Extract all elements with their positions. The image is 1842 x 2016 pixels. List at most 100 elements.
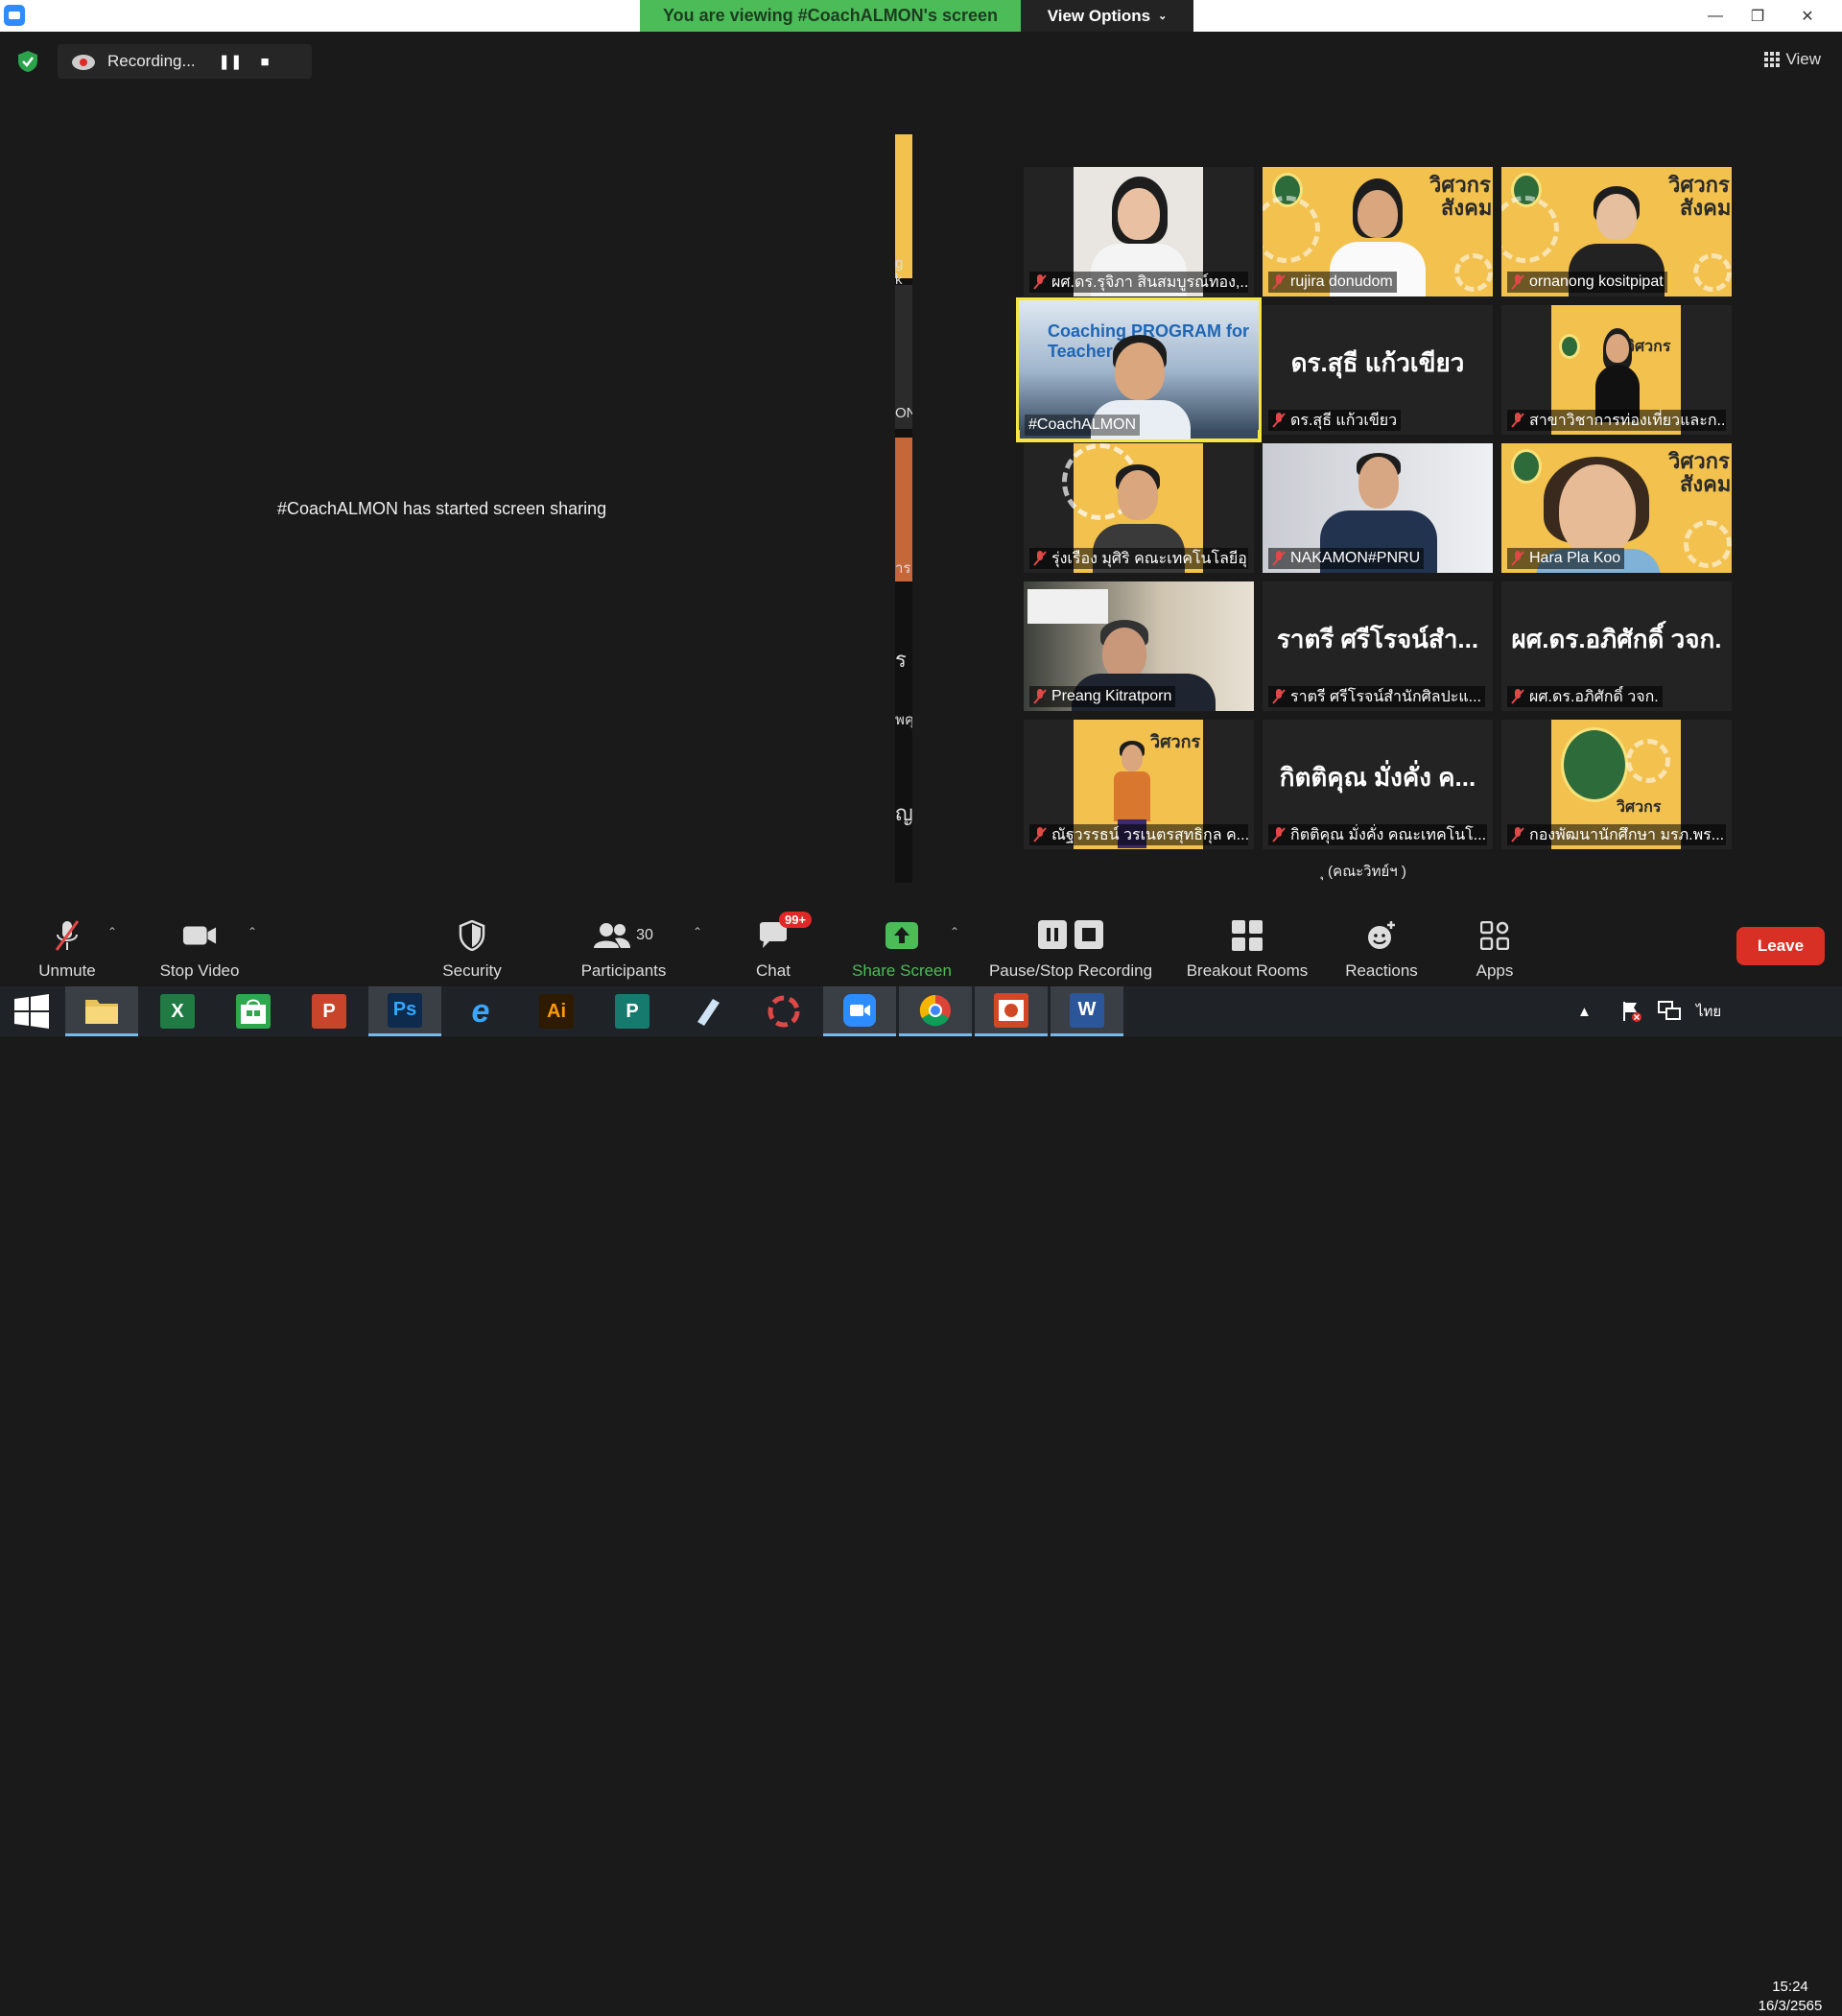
view-button[interactable]: View [1764, 50, 1821, 69]
participant-name-label: รุ่งเรือง มุศิริ คณะเทคโนโลยีอุ... [1029, 548, 1248, 569]
video-tile[interactable]: รุ่งเรือง มุศิริ คณะเทคโนโลยีอุ... [1024, 443, 1254, 573]
taskbar-app[interactable] [747, 986, 820, 1036]
taskbar-app[interactable]: Ps [368, 986, 441, 1036]
restore-button[interactable]: ❐ [1736, 0, 1779, 32]
video-tile[interactable]: วิศวกร สังคม Hara Pla Koo [1501, 443, 1732, 573]
shield-icon[interactable] [16, 50, 39, 73]
video-tile[interactable]: วิศวกร สังคม rujira donudom [1263, 167, 1493, 296]
video-tile[interactable]: Preang Kitratporn [1024, 581, 1254, 711]
taskbar-app[interactable] [217, 986, 290, 1036]
participant-name: #CoachALMON [1028, 416, 1137, 433]
view-options-label: View Options [1047, 6, 1151, 25]
audio-options-caret[interactable]: ⌃ [107, 925, 117, 938]
participant-name-label: Hara Pla Koo [1507, 548, 1625, 569]
start-button[interactable] [0, 986, 63, 1036]
video-tile[interactable]: วิศวกร สาขาวิชาการท่องเที่ยวและก... [1501, 305, 1732, 435]
breakout-rooms-icon [1230, 919, 1264, 952]
mic-muted-icon [1033, 827, 1047, 842]
taskbar-app[interactable]: Ai [520, 986, 593, 1036]
language-indicator[interactable]: ไทย [1696, 986, 1721, 1036]
participants-icon: 30 [590, 919, 657, 952]
share-screen-button[interactable]: Share Screen [848, 912, 956, 986]
participants-button[interactable]: 30 Participants [572, 912, 675, 986]
university-seal-icon [1561, 727, 1628, 802]
stop-video-button[interactable]: Stop Video [154, 912, 246, 986]
taskbar-app[interactable] [65, 986, 138, 1036]
close-button[interactable]: ✕ [1786, 0, 1829, 32]
participant-name-label: กิตติคุณ มั่งคั่ง คณะเทคโนโ... [1268, 824, 1487, 845]
video-options-caret[interactable]: ⌃ [248, 925, 257, 938]
video-tile[interactable]: ดร.สุธี แก้วเขียว ดร.สุธี แก้วเขียว [1263, 305, 1493, 435]
video-tile[interactable]: NAKAMON#PNRU [1263, 443, 1493, 573]
participant-display-name: ราตรี ศรีโรจน์สำ... [1276, 625, 1479, 653]
taskbar-clock[interactable]: 15:24 16/3/2565 [1746, 1978, 1834, 2016]
clock-date: 16/3/2565 [1758, 1998, 1823, 2014]
taskbar-app[interactable] [823, 986, 896, 1036]
stop-recording-button[interactable]: ■ [248, 44, 282, 79]
video-tile[interactable]: ผศ.ดร.อภิศักดิ์ วจก. ผศ.ดร.อภิศักดิ์ วจก… [1501, 581, 1732, 711]
leave-meeting-button[interactable]: Leave [1736, 927, 1825, 965]
video-tile[interactable]: ผศ.ดร.รุจิภา สินสมบูรณ์ทอง,... [1024, 167, 1254, 296]
taskbar-app[interactable]: W [1051, 986, 1123, 1036]
pause-stop-recording-button[interactable]: Pause/Stop Recording [980, 912, 1161, 986]
pause-recording-button[interactable]: ❚❚ [213, 44, 248, 79]
photoshop-icon: Ps [388, 992, 422, 1028]
mic-muted-icon [1033, 689, 1047, 704]
smiley-plus-icon [1364, 919, 1399, 952]
video-tile[interactable]: ราตรี ศรีโรจน์สำ... ราตรี ศรีโรจน์สำนักศ… [1263, 581, 1493, 711]
security-button[interactable]: Security [434, 912, 510, 986]
overflow-participant-label: ุ (คณะวิทย์ฯ ) [1324, 864, 1406, 880]
poster-title: วิศวกร [1617, 799, 1662, 816]
apps-icon [1477, 919, 1512, 952]
participant-name-label: NAKAMON#PNRU [1268, 548, 1425, 569]
mic-muted-icon [1033, 274, 1047, 290]
shared-content-strip: g k ON าร ร พคุ ญ [895, 134, 912, 883]
apps-button[interactable]: Apps [1466, 912, 1523, 986]
taskbar-app[interactable]: P [596, 986, 669, 1036]
participant-name: NAKAMON#PNRU [1290, 550, 1421, 566]
action-center-flag-icon[interactable] [1621, 986, 1642, 1036]
strip-text: g k [895, 255, 904, 288]
network-icon[interactable] [1658, 986, 1681, 1036]
poster-title: สังคม [1441, 196, 1493, 220]
participant-name-label: ดร.สุธี แก้วเขียว [1268, 410, 1402, 431]
powerpoint-show-icon [994, 992, 1028, 1028]
taskbar-app[interactable]: P [293, 986, 366, 1036]
participants-label: Participants [580, 961, 667, 980]
poster-title: วิศวกร [1429, 173, 1491, 197]
taskbar-app[interactable] [975, 986, 1048, 1036]
participant-name: ornanong kositpipat [1529, 273, 1664, 290]
participant-name: ราตรี ศรีโรจน์สำนักศิลปะแ... [1290, 688, 1481, 705]
view-options-button[interactable]: View Options ⌄ [1021, 0, 1193, 32]
taskbar-app[interactable] [672, 986, 744, 1036]
word-icon: W [1070, 992, 1104, 1028]
reactions-button[interactable]: Reactions [1338, 912, 1425, 986]
video-tile[interactable]: วิศวกร สังคม ornanong kositpipat [1501, 167, 1732, 296]
active-speaker-tile[interactable]: Coaching PROGRAM for Teacher #CoachALMON [1016, 297, 1262, 442]
chevron-down-icon: ⌄ [1158, 11, 1168, 22]
publisher-icon: P [615, 994, 649, 1029]
taskbar-app[interactable]: X [141, 986, 214, 1036]
participant-name: สาขาวิชาการท่องเที่ยวและก... [1529, 412, 1726, 429]
video-tile[interactable]: วิศวกร กองพัฒนานักศึกษา มรภ.พร... [1501, 720, 1732, 849]
poster-title: วิศวกร [1626, 339, 1671, 355]
notepad-icon [691, 994, 725, 1029]
taskbar-app[interactable] [899, 986, 972, 1036]
pause-stop-icon [1034, 919, 1107, 952]
share-options-caret[interactable]: ⌃ [950, 925, 959, 938]
unmute-button[interactable]: Unmute [29, 912, 106, 986]
title-bar: You are viewing #CoachALMON's screen Vie… [0, 0, 1842, 32]
windows-taskbar: X P Ps e Ai P W ▲ ไทย 15:24 16/3/2565 [0, 986, 1842, 2014]
video-tile[interactable]: กิตติคุณ มั่งคั่ง ค... กิตติคุณ มั่งคั่ง… [1263, 720, 1493, 849]
viewing-banner: You are viewing #CoachALMON's screen [640, 0, 1021, 32]
apps-label: Apps [1476, 961, 1514, 980]
unmute-label: Unmute [38, 961, 96, 980]
show-hidden-icons-button[interactable]: ▲ [1577, 986, 1592, 1036]
poster-title: สังคม [1680, 472, 1732, 496]
video-tile[interactable]: วิศวกร ณัฐวรรธน์ วรเนตรสุทธิกุล ค... [1024, 720, 1254, 849]
breakout-rooms-button[interactable]: Breakout Rooms [1178, 912, 1316, 986]
participants-options-caret[interactable]: ⌃ [693, 925, 702, 938]
mic-muted-icon [1033, 551, 1047, 566]
taskbar-app[interactable]: e [444, 986, 517, 1036]
minimize-button[interactable]: — [1694, 0, 1736, 32]
